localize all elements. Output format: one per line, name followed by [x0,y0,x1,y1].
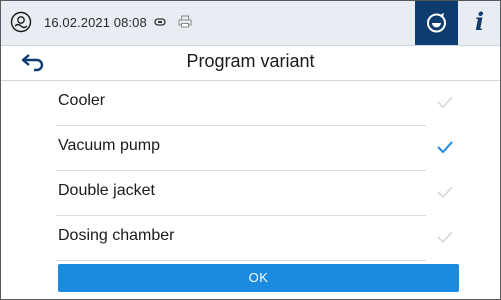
printer-icon [178,15,192,28]
checkmark-icon [437,186,453,199]
device-status-icon[interactable] [10,11,32,33]
page-title: Program variant [186,51,315,71]
screen: 16.02.2021 08:08 i Program variant Coole… [0,0,501,300]
option-dosing-chamber[interactable]: Dosing chamber [56,216,453,261]
option-cooler[interactable]: Cooler [56,81,453,126]
checkmark-icon [437,96,453,109]
checkmark-icon [437,231,453,244]
option-vacuum-pump[interactable]: Vacuum pump [56,126,453,171]
option-double-jacket[interactable]: Double jacket [56,171,453,216]
info-button[interactable]: i [463,1,500,45]
option-label: Double jacket [58,182,155,199]
info-icon: i [475,7,485,36]
usb-icon [154,18,166,26]
ok-button[interactable]: OK [58,264,459,292]
checkmark-icon [437,141,453,154]
service-button[interactable] [415,1,458,45]
service-icon [427,13,446,33]
status-datetime: 16.02.2021 08:08 [44,15,147,30]
option-label: Dosing chamber [58,227,175,244]
status-bar: 16.02.2021 08:08 i [1,1,500,46]
title-bar: Program variant [1,46,500,81]
option-label: Vacuum pump [58,137,160,154]
option-label: Cooler [58,92,106,109]
